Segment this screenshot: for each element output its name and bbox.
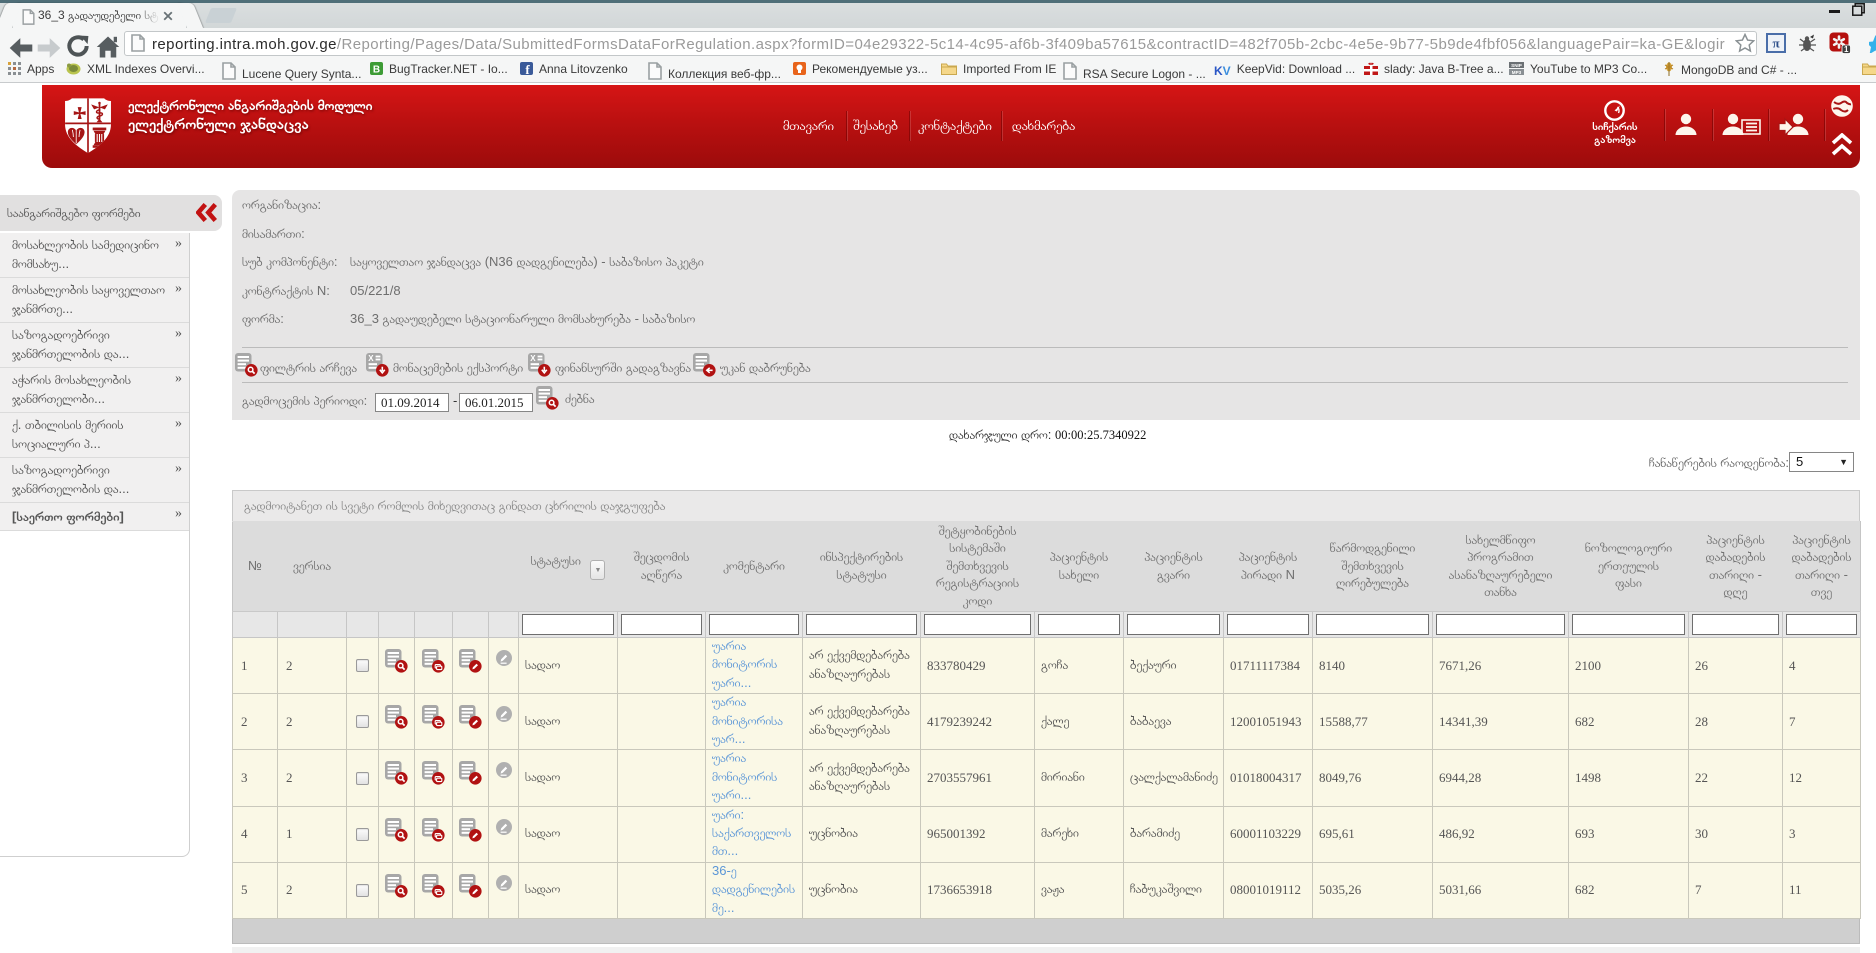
svg-text:B: B [373, 65, 380, 76]
svg-text:SNIP: SNIP [1511, 63, 1522, 68]
svg-text:f: f [525, 62, 530, 75]
svg-text:MP3: MP3 [1512, 70, 1522, 75]
svg-text:π: π [1772, 36, 1779, 51]
svg-text:1: 1 [1844, 45, 1849, 54]
